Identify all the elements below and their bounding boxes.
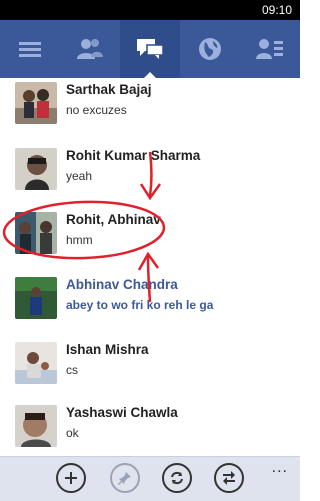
nav-friends[interactable] bbox=[60, 20, 120, 78]
message-preview: hmm bbox=[66, 233, 93, 247]
contact-name: Rohit, Abhinav bbox=[66, 212, 161, 227]
conversation-row[interactable]: Ishan Mishra cs bbox=[0, 338, 300, 404]
message-preview: ok bbox=[66, 426, 79, 440]
conversation-row[interactable]: Sarthak Bajaj no excuzes bbox=[0, 78, 300, 144]
message-preview: yeah bbox=[66, 169, 93, 183]
avatar bbox=[15, 405, 57, 447]
contact-name: Sarthak Bajaj bbox=[66, 82, 152, 97]
globe-icon bbox=[199, 38, 221, 60]
nav-messages[interactable] bbox=[120, 20, 180, 78]
conversation-row[interactable]: Rohit, Abhinav hmm bbox=[0, 208, 300, 274]
refresh-icon bbox=[171, 471, 183, 485]
status-bar: 09:10 bbox=[0, 0, 300, 20]
switch-icon bbox=[223, 471, 235, 485]
menu-icon bbox=[19, 42, 41, 57]
contact-name: Yashaswi Chawla bbox=[66, 405, 178, 420]
app-bar: ... bbox=[0, 456, 300, 501]
contact-name: Rohit Kumar Sharma bbox=[66, 148, 201, 163]
contacts-icon bbox=[256, 39, 283, 59]
nav-notifications[interactable] bbox=[180, 20, 240, 78]
switch-button[interactable] bbox=[214, 463, 244, 493]
nav-menu[interactable] bbox=[0, 20, 60, 78]
message-preview: abey to wo fri ko reh le ga bbox=[66, 298, 214, 312]
avatar bbox=[15, 342, 57, 384]
pin-icon bbox=[118, 472, 131, 485]
add-button[interactable] bbox=[56, 463, 86, 493]
avatar bbox=[15, 277, 57, 319]
contact-name: Abhinav Chandra bbox=[66, 277, 178, 292]
conversation-row[interactable]: Rohit Kumar Sharma yeah bbox=[0, 144, 300, 210]
refresh-button[interactable] bbox=[162, 463, 192, 493]
message-preview: cs bbox=[66, 363, 78, 377]
friends-icon bbox=[77, 39, 103, 59]
avatar bbox=[15, 82, 57, 124]
messages-icon bbox=[137, 39, 164, 59]
conversation-row[interactable]: Yashaswi Chawla ok bbox=[0, 401, 300, 456]
add-icon bbox=[65, 472, 77, 484]
conversation-row[interactable]: Abhinav Chandra abey to wo fri ko reh le… bbox=[0, 273, 300, 339]
top-navigation bbox=[0, 20, 300, 80]
pin-button[interactable] bbox=[110, 463, 140, 493]
clock: 09:10 bbox=[261, 3, 292, 17]
contact-name: Ishan Mishra bbox=[66, 342, 149, 357]
avatar bbox=[15, 148, 57, 190]
nav-contacts[interactable] bbox=[240, 20, 300, 78]
message-preview: no excuzes bbox=[66, 103, 127, 117]
conversation-list[interactable]: Sarthak Bajaj no excuzes Rohit Kumar Sha… bbox=[0, 78, 300, 456]
more-button[interactable]: ... bbox=[272, 459, 288, 477]
avatar bbox=[15, 212, 57, 254]
